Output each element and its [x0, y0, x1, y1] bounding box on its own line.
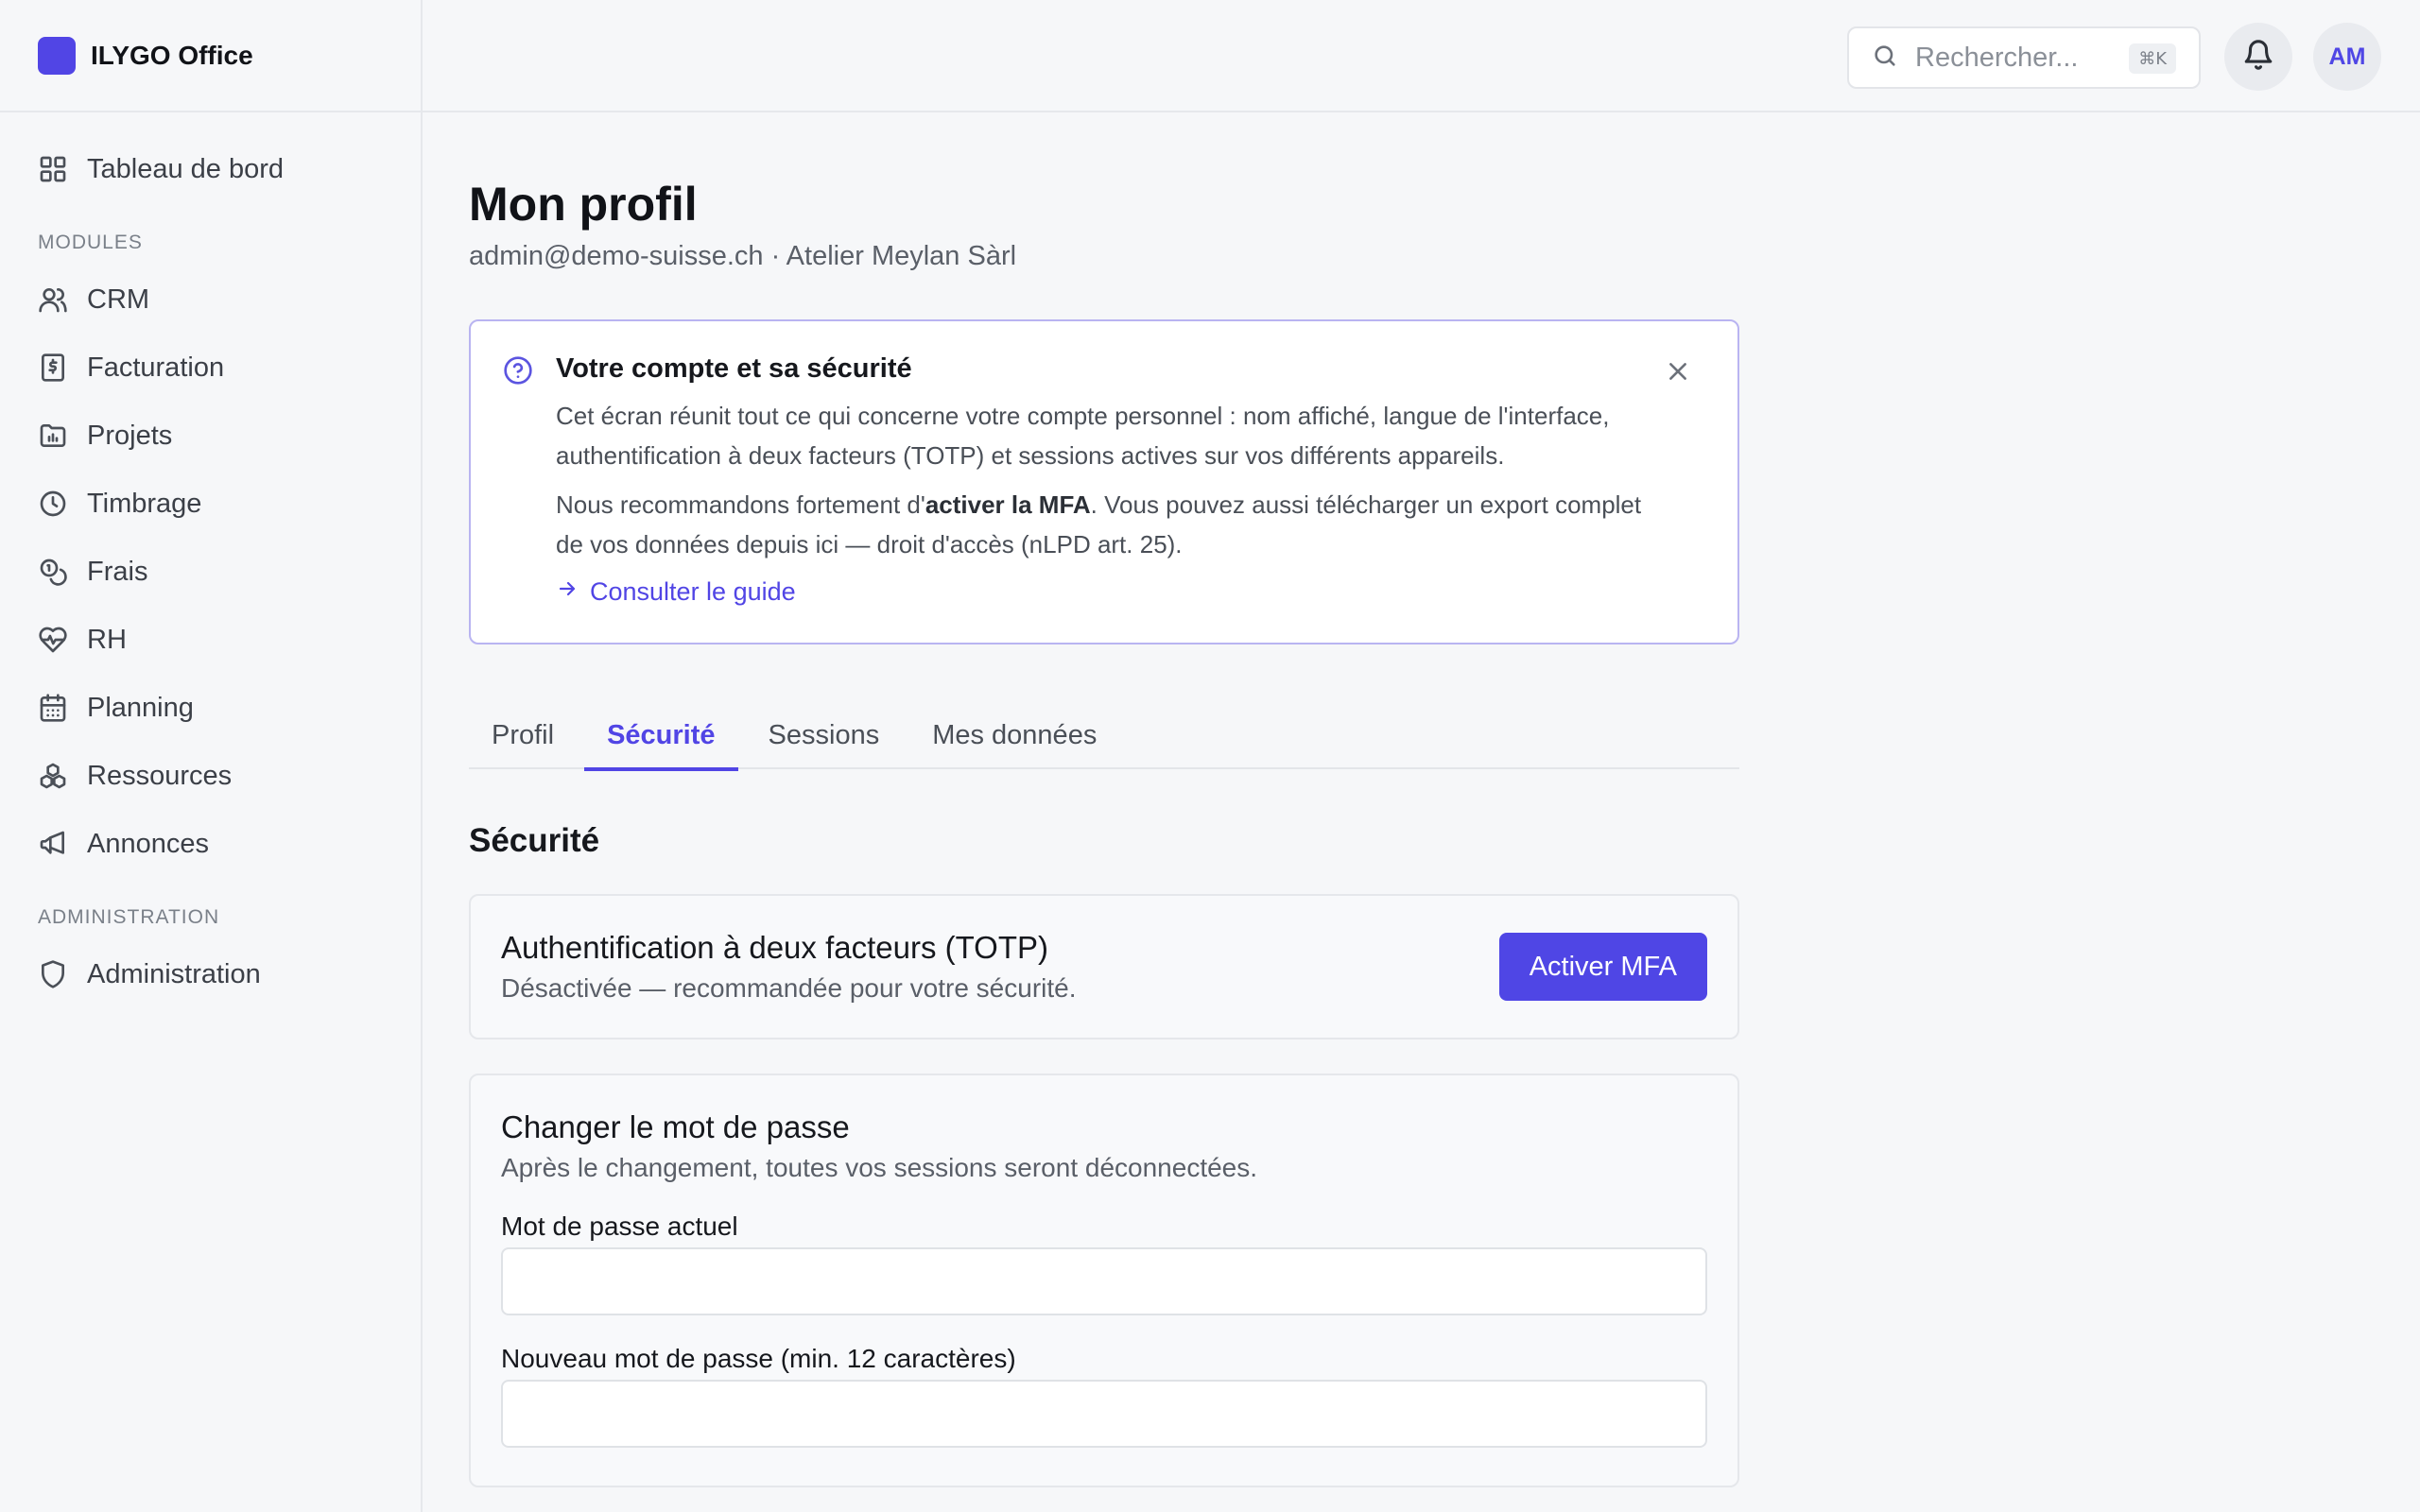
- info-title: Votre compte et sa sécurité: [556, 353, 912, 384]
- mfa-card: Authentification à deux facteurs (TOTP) …: [469, 894, 1739, 1040]
- sidebar-item-ressources[interactable]: Ressources: [0, 742, 421, 810]
- sidebar-item-label: Frais: [87, 556, 148, 587]
- search-input[interactable]: Rechercher...: [1915, 43, 2078, 74]
- boxes-icon: [38, 761, 68, 791]
- shield-icon: [38, 959, 68, 989]
- sidebar-item-label: Ressources: [87, 760, 233, 791]
- main-content: Mon profil admin@demo-suisse.ch · Atelie…: [469, 112, 1739, 1487]
- megaphone-icon: [38, 829, 68, 859]
- sidebar-nav: Tableau de bord MODULES CRM Facturation …: [0, 112, 421, 1008]
- sidebar-item-annonces[interactable]: Annonces: [0, 810, 421, 878]
- sidebar-item-facturation[interactable]: Facturation: [0, 334, 421, 402]
- info-paragraph-1: Cet écran réunit tout ce qui concerne vo…: [556, 402, 1610, 470]
- invoice-icon: [38, 352, 68, 383]
- brand-name: ILYGO Office: [91, 40, 253, 70]
- info-paragraph-2: Nous recommandons fortement d'activer la…: [556, 485, 1643, 564]
- clock-icon: [38, 489, 68, 519]
- sidebar-item-label: Administration: [87, 958, 261, 989]
- password-desc: Après le changement, toutes vos sessions…: [501, 1153, 1258, 1182]
- mfa-status: Désactivée — recommandée pour votre sécu…: [501, 973, 1077, 1003]
- mfa-text: Authentification à deux facteurs (TOTP) …: [501, 930, 1077, 1004]
- guide-link[interactable]: Consulter le guide: [556, 577, 1705, 607]
- current-password-label: Mot de passe actuel: [501, 1211, 738, 1241]
- sidebar-item-projets[interactable]: Projets: [0, 402, 421, 470]
- tab-sessions[interactable]: Sessions: [746, 701, 903, 769]
- nav-section-modules: MODULES: [38, 232, 143, 253]
- sidebar-item-label: CRM: [87, 284, 150, 315]
- info-banner: Votre compte et sa sécurité Cet écran ré…: [469, 319, 1739, 644]
- password-title: Changer le mot de passe: [501, 1109, 850, 1144]
- folder-chart-icon: [38, 421, 68, 451]
- section-title: Sécurité: [469, 822, 600, 859]
- sidebar-item-label: Annonces: [87, 828, 209, 859]
- new-password-field[interactable]: [501, 1380, 1707, 1448]
- arrow-right-icon: [556, 577, 590, 607]
- calendar-icon: [38, 693, 68, 723]
- notifications-button[interactable]: [2224, 23, 2292, 91]
- brand[interactable]: ILYGO Office: [0, 0, 421, 112]
- sidebar-item-frais[interactable]: Frais: [0, 538, 421, 606]
- nav-section-administration: ADMINISTRATION: [38, 906, 220, 928]
- bell-icon: [2242, 39, 2274, 76]
- sidebar-item-label: Facturation: [87, 352, 225, 383]
- sidebar-item-label: Projets: [87, 420, 173, 451]
- search-box[interactable]: Rechercher... ⌘K: [1847, 26, 2201, 89]
- sidebar-item-planning[interactable]: Planning: [0, 674, 421, 742]
- sidebar: ILYGO Office Tableau de bord MODULES CRM…: [0, 0, 423, 1512]
- grid-icon: [38, 154, 68, 184]
- sidebar-item-label: Tableau de bord: [87, 153, 284, 184]
- help-circle-icon: [503, 355, 533, 386]
- sidebar-item-label: Timbrage: [87, 488, 202, 519]
- sidebar-item-crm[interactable]: CRM: [0, 266, 421, 334]
- topbar: Rechercher... ⌘K AM: [423, 0, 2420, 112]
- current-password-field[interactable]: [501, 1247, 1707, 1315]
- search-shortcut-badge: ⌘K: [2129, 43, 2176, 74]
- sidebar-item-label: RH: [87, 624, 127, 655]
- page-title: Mon profil: [469, 178, 698, 231]
- close-icon[interactable]: [1666, 359, 1690, 384]
- tab-securite[interactable]: Sécurité: [584, 701, 738, 771]
- heart-pulse-icon: [38, 625, 68, 655]
- avatar[interactable]: AM: [2313, 23, 2381, 91]
- sidebar-item-rh[interactable]: RH: [0, 606, 421, 674]
- mfa-title: Authentification à deux facteurs (TOTP): [501, 930, 1048, 965]
- search-icon: [1872, 43, 1898, 74]
- page-subtitle: admin@demo-suisse.ch · Atelier Meylan Sà…: [469, 241, 1017, 271]
- tab-mes-donnees[interactable]: Mes données: [909, 701, 1119, 769]
- sidebar-item-dashboard[interactable]: Tableau de bord: [0, 135, 421, 203]
- info-emphasis: activer la MFA: [925, 490, 1091, 519]
- users-icon: [38, 284, 68, 315]
- sidebar-item-label: Planning: [87, 692, 194, 723]
- profile-tabs: Profil Sécurité Sessions Mes données: [469, 701, 1739, 771]
- sidebar-item-administration[interactable]: Administration: [0, 940, 421, 1008]
- change-password-card: Changer le mot de passe Après le changem…: [469, 1074, 1739, 1487]
- info-text: Nous recommandons fortement d': [556, 490, 925, 519]
- sidebar-item-timbrage[interactable]: Timbrage: [0, 470, 421, 538]
- tab-profil[interactable]: Profil: [469, 701, 577, 769]
- coins-icon: [38, 557, 68, 587]
- new-password-label: Nouveau mot de passe (min. 12 caractères…: [501, 1344, 1016, 1373]
- activate-mfa-button[interactable]: Activer MFA: [1498, 933, 1707, 1001]
- brand-logo: [38, 36, 76, 75]
- guide-link-label: Consulter le guide: [590, 577, 796, 606]
